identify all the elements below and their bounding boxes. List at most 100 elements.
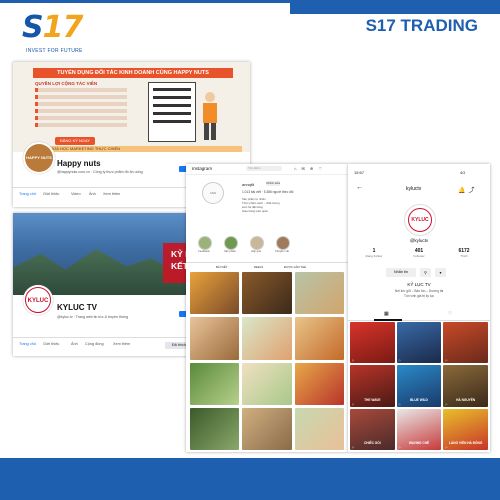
stat-followers: 401 Follower xyxy=(397,248,441,258)
username: annqtlt xyxy=(242,182,255,187)
video-thumbnail: ▷ xyxy=(350,322,395,364)
instagram-screenshot: Instagram Tìm kiếm ⌂ ✉ ⊕ ♡ ANN annqtlt C… xyxy=(186,164,348,452)
play-icon: ▷ xyxy=(352,402,354,406)
logo-tagline: INVEST FOR FUTURE xyxy=(26,48,83,54)
logo-mark: S17 xyxy=(22,10,84,45)
highlight xyxy=(276,236,290,250)
video-grid: ▷ ▷ ▷ THE WAVE ▷ BLUE WILD ▷ HÀ NGUYÊN ▷ CH… xyxy=(350,322,488,450)
checklist-row xyxy=(153,104,191,107)
benefit-line xyxy=(35,102,127,106)
ig-profile-tabs: BÀI VIẾT REELS ĐƯỢC GẮN THẺ xyxy=(186,262,348,271)
cover-bottom-bar: 24 KHOÁ HỌC MARKETING THỰC CHIẾN xyxy=(38,146,242,152)
play-icon: ▷ xyxy=(398,402,401,406)
profile-tabs: ▦ ♡ xyxy=(348,310,490,321)
grid-icon: ▦ xyxy=(384,311,389,317)
stat-following: 1 Đang Follow xyxy=(352,248,396,258)
post-thumbnail xyxy=(190,317,240,360)
status-signal: 4G xyxy=(460,170,466,175)
post-thumbnail xyxy=(190,362,240,405)
benefit-line xyxy=(35,88,127,92)
avatar: ANN xyxy=(202,182,224,204)
checklist-row xyxy=(153,112,191,115)
play-icon: ▷ xyxy=(445,359,448,363)
highlight xyxy=(224,236,238,250)
brand-title: S17 TRADING xyxy=(365,16,478,35)
logo-letter: S xyxy=(22,10,44,45)
search-input: Tìm kiếm xyxy=(246,166,282,171)
nav-icons: ⌂ ✉ ⊕ ♡ xyxy=(294,166,325,171)
bio: Nơi lưu giữ – Bảo tồn – Dương tài Tôn vi… xyxy=(348,289,490,298)
post-thumbnail xyxy=(242,317,292,360)
ig-topbar: Instagram Tìm kiếm ⌂ ✉ ⊕ ♡ xyxy=(186,164,348,175)
checklist-row xyxy=(153,88,191,91)
benefit-line xyxy=(35,95,127,99)
cover-benefit-list xyxy=(35,88,127,130)
video-thumbnail: ▷ xyxy=(396,322,442,364)
s17-logo: S17 INVEST FOR FUTURE xyxy=(8,6,88,54)
video-thumbnail: CHIẾC GỐI ▷ xyxy=(350,408,395,450)
highlight-label: Khuyến mãi xyxy=(275,250,289,253)
tab-tagged: ĐƯỢC GẮN THẺ xyxy=(284,265,306,269)
video-caption: HÀ NGUYÊN xyxy=(456,397,476,402)
tab-video: Video xyxy=(71,192,81,196)
play-icon: ▷ xyxy=(445,402,448,406)
video-thumbnail: LÀNG VIÊN HÀ ĐÔNG ▷ xyxy=(443,408,488,450)
bio-line: Tôn vinh giá trị kỷ lục xyxy=(404,293,434,298)
video-thumbnail: WAVING CHẺ ▷ xyxy=(396,408,442,450)
page-info: @kyluc.tv · Trang web tin tức & truyền t… xyxy=(57,315,128,319)
post-thumbnail xyxy=(242,407,292,450)
profile-handle: kyluctv xyxy=(406,186,422,192)
lock-icon: ♡ xyxy=(448,311,453,317)
tab-home: Trang chủ xyxy=(19,342,36,346)
edit-profile-button: Chỉnh sửa xyxy=(266,181,280,186)
video-caption: CHIẾC GỐI xyxy=(364,440,381,445)
tab-about: Giới thiệu xyxy=(43,192,60,196)
highlight xyxy=(250,236,264,250)
tab-more: Xem thêm xyxy=(113,342,131,346)
video-thumbnail: THE WAVE ▷ xyxy=(350,365,395,407)
tab-about: Giới thiệu xyxy=(43,342,60,346)
video-caption: THE WAVE xyxy=(364,397,381,402)
page-info: @happynuts.com.vn · Công ty thực phẩm đồ… xyxy=(57,170,143,174)
checklist-illustration xyxy=(148,82,196,142)
bell-and-share-icons: 🔔⤴ xyxy=(458,188,478,194)
post-thumbnail xyxy=(294,272,344,315)
video-thumbnail: BLUE WILD ▷ xyxy=(396,365,442,407)
page-name: Happy nuts xyxy=(57,159,101,168)
cover-subtitle: QUYỀN LỢI CỘNG TÁC VIÊN xyxy=(35,81,98,86)
play-icon: ▷ xyxy=(398,359,401,363)
highlight-label: Hộp quà xyxy=(251,250,261,253)
highlight-label: Sản phẩm xyxy=(224,250,236,253)
add-friend-icon: ⚲ xyxy=(420,268,431,277)
stat-label: Đang Follow xyxy=(365,254,383,258)
tab-reels: REELS xyxy=(254,265,264,269)
post-thumbnail xyxy=(294,407,344,450)
tab-home: Trang chủ xyxy=(19,192,36,196)
post-thumbnail xyxy=(242,272,292,315)
post-thumbnail xyxy=(294,317,344,360)
instagram-logo: Instagram xyxy=(192,166,213,171)
tab-community: Cộng đồng xyxy=(85,342,104,346)
cover-banner: TUYỂN DỤNG ĐỐI TÁC KINH DOANH CÙNG HAPPY… xyxy=(33,68,233,78)
video-thumbnail: HÀ NGUYÊN ▷ xyxy=(443,365,488,407)
checklist-row xyxy=(153,120,191,123)
video-caption: BLUE WILD xyxy=(410,397,428,402)
avatar-label: KYLUC xyxy=(408,208,432,232)
display-name: KỶ LỤC TV xyxy=(407,282,431,287)
logo-number: 17 xyxy=(42,10,84,45)
footer-bar xyxy=(0,458,500,500)
bio: Sản phẩm tự nhiên Thực phẩm sạch – chất … xyxy=(242,197,322,213)
video-thumbnail: ▷ xyxy=(443,322,488,364)
avatar-label: HAPPY NUTS xyxy=(25,144,53,172)
play-icon: ▷ xyxy=(398,445,401,449)
highlight-label: Feedback xyxy=(198,250,210,253)
play-icon: ▷ xyxy=(352,445,354,449)
highlight xyxy=(198,236,212,250)
back-arrow-icon: ← xyxy=(356,184,363,191)
cover-photo: TUYỂN DỤNG ĐỐI TÁC KINH DOANH CÙNG HAPPY… xyxy=(13,62,250,152)
tiktok-screenshot: 15:57 4G ← kyluctv 🔔⤴ KYLUC @kyluctv 1 Đa… xyxy=(348,164,490,452)
avatar-label: KYLUC xyxy=(25,287,51,313)
play-icon: ▷ xyxy=(352,359,354,363)
avatar: KYLUC xyxy=(23,285,53,315)
benefit-line xyxy=(35,116,127,120)
